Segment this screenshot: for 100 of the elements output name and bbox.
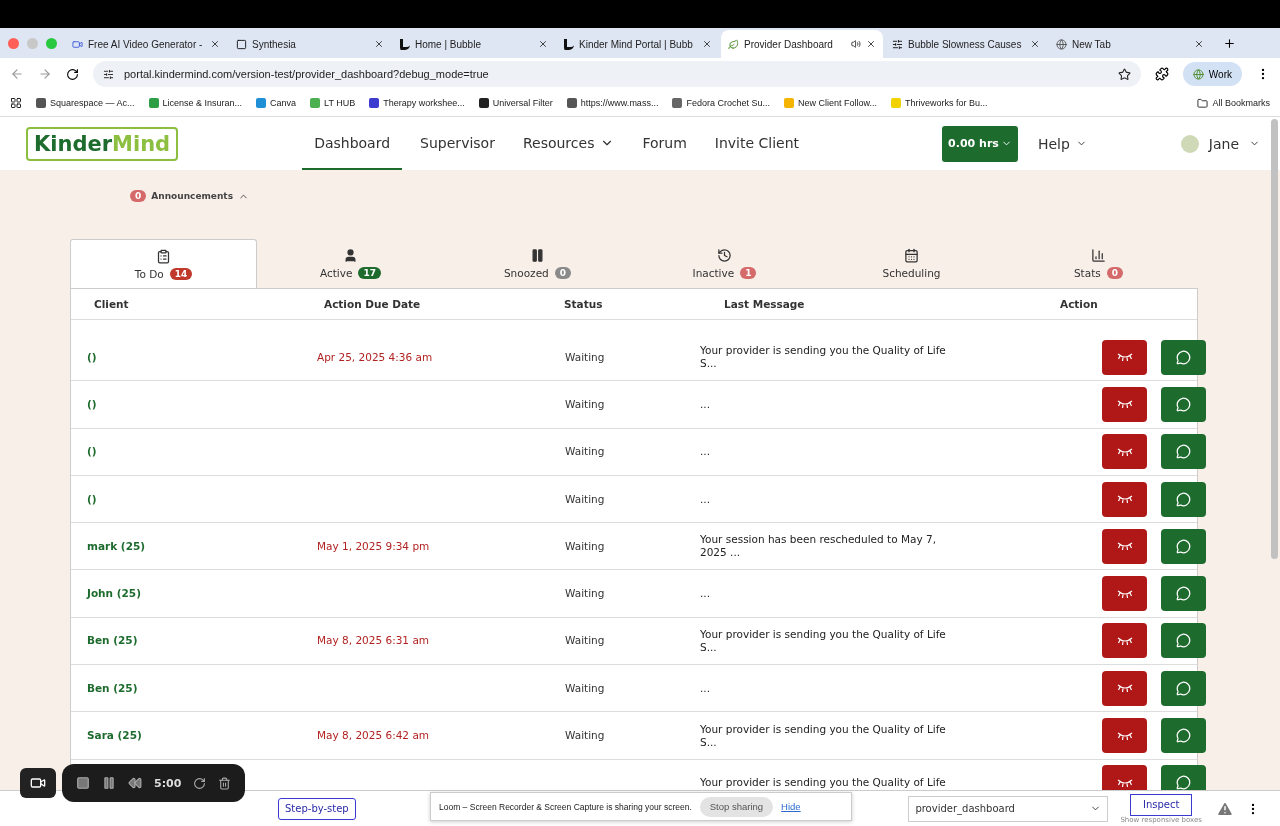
help-menu[interactable]: Help [1037,135,1087,152]
status-text: Waiting [565,397,605,410]
forward-icon[interactable] [38,67,52,81]
browser-tab[interactable]: Synthesia [229,30,391,58]
camera-button[interactable] [20,768,56,798]
page-select[interactable]: provider_dashboard [908,795,1109,822]
tab[interactable]: To Do 14 [70,239,257,288]
trash-icon[interactable] [218,776,232,790]
browser-tab[interactable]: New Tab [1049,30,1211,58]
bookmark[interactable]: https://www.mass... [566,98,659,108]
bookmark[interactable]: New Client Follow... [783,98,877,108]
inspect-button[interactable]: Inspect [1129,793,1193,816]
nav-link[interactable]: Invite Client [702,117,812,170]
tab[interactable]: Inactive 1 [631,239,818,288]
message-button[interactable] [1161,623,1206,659]
message-button[interactable] [1161,386,1206,422]
clipboard-icon [156,248,171,264]
browser-tab[interactable]: Provider Dashboard [721,30,883,58]
count-badge: 14 [169,267,193,280]
client-name[interactable]: () [87,350,97,363]
message-button[interactable] [1161,528,1206,564]
snooze-button[interactable] [1102,670,1147,706]
closed-eye-icon [1116,683,1133,694]
tab[interactable]: Snoozed 0 [444,239,631,288]
tab[interactable]: Stats 0 [1005,239,1192,288]
nav-link[interactable]: Forum [630,117,699,170]
close-icon[interactable] [1030,39,1040,49]
new-tab-icon[interactable] [1223,37,1236,50]
step-by-step-button[interactable]: Step-by-step [278,797,356,820]
user-menu[interactable]: Jane [1180,134,1260,153]
nav-link[interactable]: Dashboard [302,117,403,170]
snooze-button[interactable] [1102,339,1147,375]
chat-icon [1176,633,1191,649]
extensions-icon[interactable] [1154,67,1169,81]
bookmark[interactable]: LT HUB [310,98,356,108]
stop-icon[interactable] [76,776,90,790]
client-name[interactable]: () [87,397,97,410]
client-name[interactable]: Sara (25) [87,729,142,741]
rewind-icon[interactable] [128,776,142,790]
tab-label: Scheduling [882,267,941,279]
browser-tab[interactable]: Kinder Mind Portal | Bubb [557,30,719,58]
bookmark-star-icon[interactable] [1117,67,1131,81]
profile-button[interactable]: Work [1182,62,1242,86]
client-name[interactable]: John (25) [87,587,141,600]
site-settings-icon[interactable] [103,68,114,80]
message-button[interactable] [1161,481,1206,517]
message-button[interactable] [1161,765,1206,790]
client-name[interactable]: Ben (25) [87,634,138,647]
message-button[interactable] [1161,576,1206,612]
close-icon[interactable] [538,39,548,49]
logo[interactable]: KinderMind [26,126,179,161]
browser-tab[interactable]: Bubble Slowness Causes [885,30,1047,58]
close-icon[interactable] [1194,39,1204,49]
snooze-button[interactable] [1102,481,1147,517]
bookmark[interactable]: Thriveworks for Bu... [890,98,988,108]
bookmark[interactable]: Fedora Crochet Su... [672,98,770,108]
bookmark[interactable]: Universal Filter [478,98,553,108]
back-icon[interactable] [10,67,24,81]
bookmark[interactable]: Canva [256,98,297,108]
apps-icon[interactable] [10,97,22,109]
address-bar[interactable]: portal.kindermind.com/version-test/provider_dashboard?debug_mode=true [93,61,1141,87]
close-icon[interactable] [866,39,876,49]
client-name[interactable]: () [87,492,97,505]
browser-tab[interactable]: Free AI Video Generator - [65,30,227,58]
nav-link[interactable]: Resources [510,117,627,170]
snooze-button[interactable] [1102,386,1147,422]
tab[interactable]: Active 17 [257,239,444,288]
snooze-button[interactable] [1102,576,1147,612]
snooze-button[interactable] [1102,528,1147,564]
nav-link[interactable]: Supervisor [408,117,507,170]
hours-button[interactable]: 0.00 hrs [942,125,1018,162]
client-name[interactable]: Ben (25) [87,681,138,694]
close-icon[interactable] [210,39,220,49]
snooze-button[interactable] [1102,623,1147,659]
last-message: ... [700,397,711,411]
announcements-toggle[interactable]: Announcements [151,191,234,201]
bookmark[interactable]: License & Insuran... [148,98,243,108]
all-bookmarks[interactable]: All Bookmarks [1197,97,1270,109]
message-button[interactable] [1161,434,1206,470]
reload-icon[interactable] [66,67,79,81]
client-name[interactable]: mark (25) [87,539,146,552]
message-button[interactable] [1161,670,1206,706]
tab[interactable]: Scheduling [818,239,1005,288]
pause-icon[interactable] [102,776,116,790]
bookmark[interactable]: Squarespace — Ac... [36,98,135,108]
close-icon[interactable] [374,39,384,49]
hide-link[interactable]: Hide [781,801,801,812]
restart-icon[interactable] [193,776,207,790]
snooze-button[interactable] [1102,718,1147,753]
message-button[interactable] [1161,339,1206,375]
chat-icon [1176,680,1191,696]
snooze-button[interactable] [1102,765,1147,790]
bookmark[interactable]: Therapy workshee... [369,98,465,108]
message-button[interactable] [1161,718,1206,753]
scrollbar[interactable] [1271,119,1278,559]
close-icon[interactable] [702,39,712,49]
snooze-button[interactable] [1102,434,1147,470]
stop-sharing-button[interactable]: Stop sharing [699,796,774,817]
browser-tab[interactable]: Home | Bubble [393,30,555,58]
client-name[interactable]: () [87,445,97,458]
